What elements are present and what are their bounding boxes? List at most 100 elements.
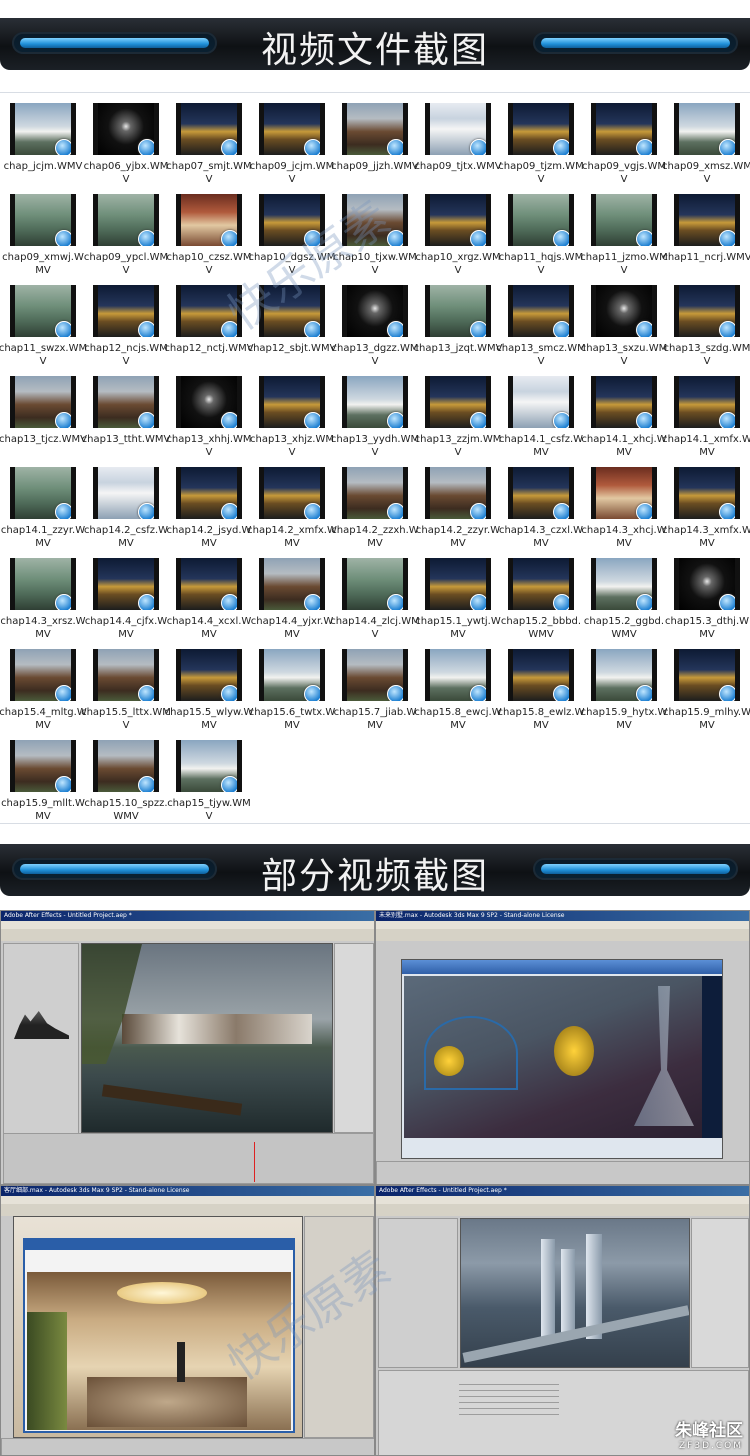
video-thumbnail	[93, 740, 159, 792]
file-item[interactable]: chap15.9_hytx.WMV	[581, 643, 667, 731]
file-item[interactable]: chap15.6_twtx.WMV	[249, 643, 335, 731]
file-item[interactable]: chap14.3_czxl.WMV	[499, 461, 583, 549]
file-item[interactable]: chap10_dgsz.WMV	[249, 188, 335, 276]
file-item[interactable]: chap15.5_wlyw.WMV	[165, 643, 253, 731]
file-item[interactable]: chap09_vgjs.WMV	[582, 97, 666, 185]
file-item[interactable]: chap07_smjt.WMV	[166, 97, 252, 185]
media-player-icon	[221, 685, 237, 701]
media-player-icon	[553, 594, 569, 610]
file-item[interactable]: chap14.3_xhcj.WMV	[581, 461, 667, 549]
video-thumbnail	[93, 467, 159, 519]
video-thumbnail	[591, 285, 657, 337]
file-item[interactable]: chap11_swzx.WMV	[0, 279, 87, 367]
video-thumbnail	[176, 194, 242, 246]
file-item[interactable]: chap13_xhjz.WMV	[250, 370, 334, 458]
file-item[interactable]: chap14.2_zzxh.WMV	[331, 461, 419, 549]
file-item[interactable]: chap15.5_lttx.WMV	[81, 643, 171, 731]
file-item[interactable]: chap15.8_ewcj.WMV	[414, 643, 502, 731]
file-item[interactable]: chap15.9_mlhy.WMV	[663, 643, 750, 731]
file-item[interactable]: chap15.2_bbbd.WMV	[500, 552, 582, 640]
media-player-icon	[636, 321, 652, 337]
file-item[interactable]: chap10_xrgz.WMV	[415, 188, 501, 276]
file-item[interactable]: chap11_ncrj.WMV	[662, 188, 750, 274]
file-name: chap15.4_mltg.WMV	[0, 707, 87, 731]
file-item[interactable]: chap14.3_xrsz.WMV	[0, 552, 86, 640]
file-item[interactable]: chap13_yydh.WMV	[331, 370, 419, 458]
file-item[interactable]: chap13_sxzu.WMV	[581, 279, 667, 367]
command-panel	[304, 1216, 374, 1438]
file-item[interactable]: chap13_szdg.WMV	[664, 279, 750, 367]
file-item[interactable]: chap15_tjyw.WMV	[167, 734, 251, 822]
file-item[interactable]: chap14.1_xmfx.WMV	[662, 370, 750, 458]
file-name: chap15.5_lttx.WMV	[81, 707, 171, 731]
file-name: chap14.2_csfz.WMV	[83, 525, 169, 549]
file-item[interactable]: chap15.8_ewlz.WMV	[497, 643, 585, 731]
file-item[interactable]: chap13_smcz.WMV	[496, 279, 586, 367]
file-item[interactable]: chap14.4_xcxl.WMV	[167, 552, 251, 640]
media-player-icon	[221, 139, 237, 155]
file-item[interactable]: chap09_xmwj.WMV	[2, 188, 84, 276]
file-item[interactable]: chap09_tjtx.WMV	[414, 97, 502, 183]
file-name: chap12_ncjs.WMV	[84, 343, 168, 367]
video-thumbnail	[259, 558, 325, 610]
file-name: chap09_xmsz.WMV	[662, 161, 750, 185]
file-item[interactable]: chap06_yjbx.WMV	[84, 97, 168, 185]
file-item[interactable]: chap15.1_ywtj.WMV	[415, 552, 501, 640]
file-name: chap09_tjzm.WMV	[498, 161, 584, 185]
file-name: chap15.3_dthj.WMV	[664, 616, 750, 640]
file-item[interactable]: chap14.2_csfz.WMV	[84, 461, 168, 549]
file-item[interactable]: chap14.3_xmfx.WMV	[662, 461, 750, 549]
video-thumbnail	[508, 649, 574, 701]
file-item[interactable]: chap09_jjzh.WMV	[331, 97, 419, 183]
file-item[interactable]: chap_jcjm.WMV	[2, 97, 84, 183]
file-item[interactable]: chap14.4_cjfx.WMV	[85, 552, 167, 640]
file-item[interactable]: chap10_tjxw.WMV	[333, 188, 417, 276]
file-item[interactable]: chap12_ncjs.WMV	[84, 279, 168, 367]
file-item[interactable]: chap14.1_csfz.WMV	[499, 370, 583, 458]
file-item[interactable]: chap12_sbjt.WMV	[248, 279, 336, 365]
file-name: chap15.8_ewcj.WMV	[414, 707, 502, 731]
file-item[interactable]: chap13_tjcz.WMV	[0, 370, 87, 456]
media-player-icon	[553, 685, 569, 701]
file-item[interactable]: chap15.4_mltg.WMV	[0, 643, 87, 731]
media-player-icon	[470, 230, 486, 246]
file-item[interactable]: chap09_ypcl.WMV	[84, 188, 168, 276]
video-thumbnail	[259, 103, 325, 155]
media-player-icon	[470, 139, 486, 155]
file-name: chap11_ncrj.WMV	[662, 252, 750, 263]
file-item[interactable]: chap13_xhhj.WMV	[166, 370, 252, 458]
file-item[interactable]: chap09_tjzm.WMV	[498, 97, 584, 185]
media-player-icon	[553, 321, 569, 337]
file-item[interactable]: chap10_czsz.WMV	[167, 188, 251, 276]
file-name: chap14.2_zzxh.WMV	[331, 525, 419, 549]
file-item[interactable]: chap13_ttht.WMV	[82, 370, 170, 456]
window-title: Adobe After Effects - Untitled Project.a…	[1, 911, 374, 921]
timeline-panel	[3, 1133, 374, 1184]
media-player-icon	[719, 321, 735, 337]
file-item[interactable]: chap14.2_xmfx.WMV	[247, 461, 337, 549]
video-thumbnail	[425, 649, 491, 701]
file-item[interactable]: chap14.1_xhcj.WMV	[581, 370, 667, 458]
file-item[interactable]: chap09_xmsz.WMV	[662, 97, 750, 185]
file-item[interactable]: chap13_jzqt.WMV	[414, 279, 502, 365]
media-player-icon	[304, 139, 320, 155]
file-name: chap14.1_xhcj.WMV	[581, 434, 667, 458]
file-item[interactable]: chap14.2_zzyr.WMV	[416, 461, 500, 549]
file-item[interactable]: chap14.4_zlcj.WMV	[330, 552, 420, 640]
video-thumbnail	[425, 376, 491, 428]
file-item[interactable]: chap14.2_jsyd.WMV	[167, 461, 251, 549]
file-item[interactable]: chap15.7_jiab.WMV	[334, 643, 416, 731]
file-item[interactable]: chap11_hqjs.WMV	[499, 188, 583, 276]
file-item[interactable]: chap15.3_dthj.WMV	[665, 552, 749, 640]
file-item[interactable]: chap15.10_spzz.WMV	[84, 734, 168, 822]
file-item[interactable]: chap15.2_ggbd.WMV	[583, 552, 665, 640]
file-item[interactable]: chap14.4_yjxr.WMV	[251, 552, 333, 640]
file-item[interactable]: chap14.1_zzyr.WMV	[1, 461, 85, 549]
media-player-icon	[304, 503, 320, 519]
file-item[interactable]: chap13_zzjm.WMV	[415, 370, 501, 458]
file-item[interactable]: chap13_dgzz.WMV	[332, 279, 418, 367]
file-item[interactable]: chap15.9_mllt.WMV	[1, 734, 85, 822]
file-item[interactable]: chap09_jcjm.WMV	[250, 97, 334, 185]
file-item[interactable]: chap11_jzmo.WMV	[580, 188, 668, 276]
file-item[interactable]: chap12_nctj.WMV	[164, 279, 254, 365]
